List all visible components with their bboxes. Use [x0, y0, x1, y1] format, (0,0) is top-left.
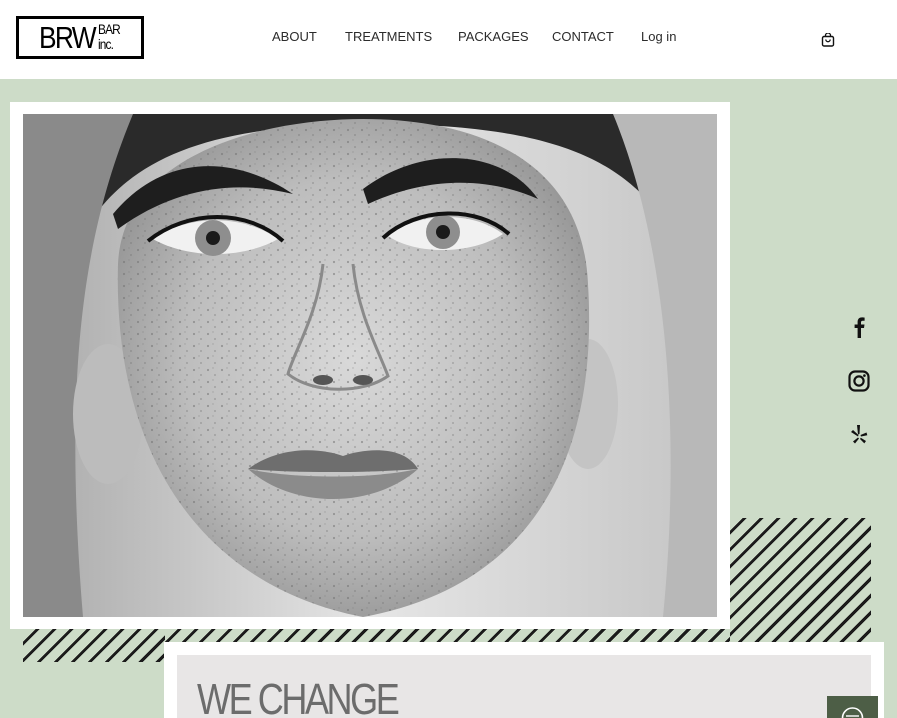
instagram-icon[interactable] [846, 368, 872, 394]
nav-about[interactable]: ABOUT [272, 29, 317, 44]
decorative-stripes [730, 518, 871, 642]
nav-login[interactable]: Log in [641, 29, 676, 44]
decorative-stripes [165, 629, 730, 642]
hero-portrait-image [23, 114, 717, 617]
logo-main-text: BRW [39, 20, 97, 55]
decorative-stripes [23, 629, 165, 662]
yelp-icon[interactable] [846, 422, 872, 448]
chat-icon [841, 707, 864, 718]
nav-treatments[interactable]: TREATMENTS [345, 29, 432, 44]
shopping-bag-icon[interactable] [821, 32, 835, 47]
logo-inc-text: inc. [98, 36, 114, 52]
site-header: BRW BAR inc. ABOUT TREATMENTS PACKAGES C… [0, 0, 897, 79]
nav-contact[interactable]: CONTACT [552, 29, 614, 44]
section-headline: WE CHANGE [197, 675, 400, 718]
intro-card-content: WE CHANGE [177, 655, 871, 718]
nav-packages[interactable]: PACKAGES [458, 29, 529, 44]
logo-bar-text: BAR [98, 21, 121, 37]
chat-button[interactable] [827, 696, 878, 718]
brand-logo[interactable]: BRW BAR inc. [16, 16, 144, 59]
facebook-icon[interactable] [846, 314, 872, 340]
